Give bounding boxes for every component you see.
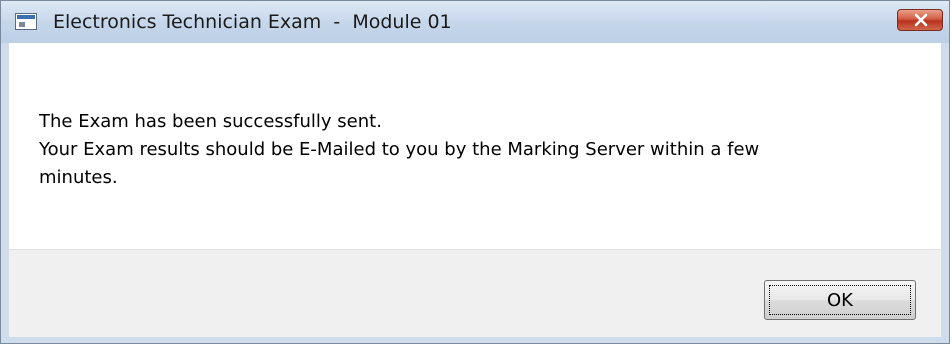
dialog-window: Electronics Technician Exam - Module 01 … bbox=[0, 0, 950, 344]
button-area: OK bbox=[9, 249, 941, 337]
ok-button[interactable]: OK bbox=[764, 280, 916, 320]
message-line-1: The Exam has been successfully sent. bbox=[39, 111, 382, 132]
window-title: Electronics Technician Exam - Module 01 bbox=[53, 11, 452, 33]
application-window-icon[interactable] bbox=[15, 13, 37, 30]
message-line-2: Your Exam results should be E-Mailed to … bbox=[39, 139, 760, 160]
message-line-3: minutes. bbox=[39, 167, 118, 188]
ok-button-label: OK bbox=[769, 285, 911, 315]
dialog-content: The Exam has been successfully sent. You… bbox=[9, 43, 941, 337]
title-bar[interactable]: Electronics Technician Exam - Module 01 bbox=[1, 1, 949, 43]
close-button[interactable] bbox=[897, 9, 943, 31]
message-area: The Exam has been successfully sent. You… bbox=[9, 43, 941, 249]
close-icon bbox=[914, 13, 928, 27]
